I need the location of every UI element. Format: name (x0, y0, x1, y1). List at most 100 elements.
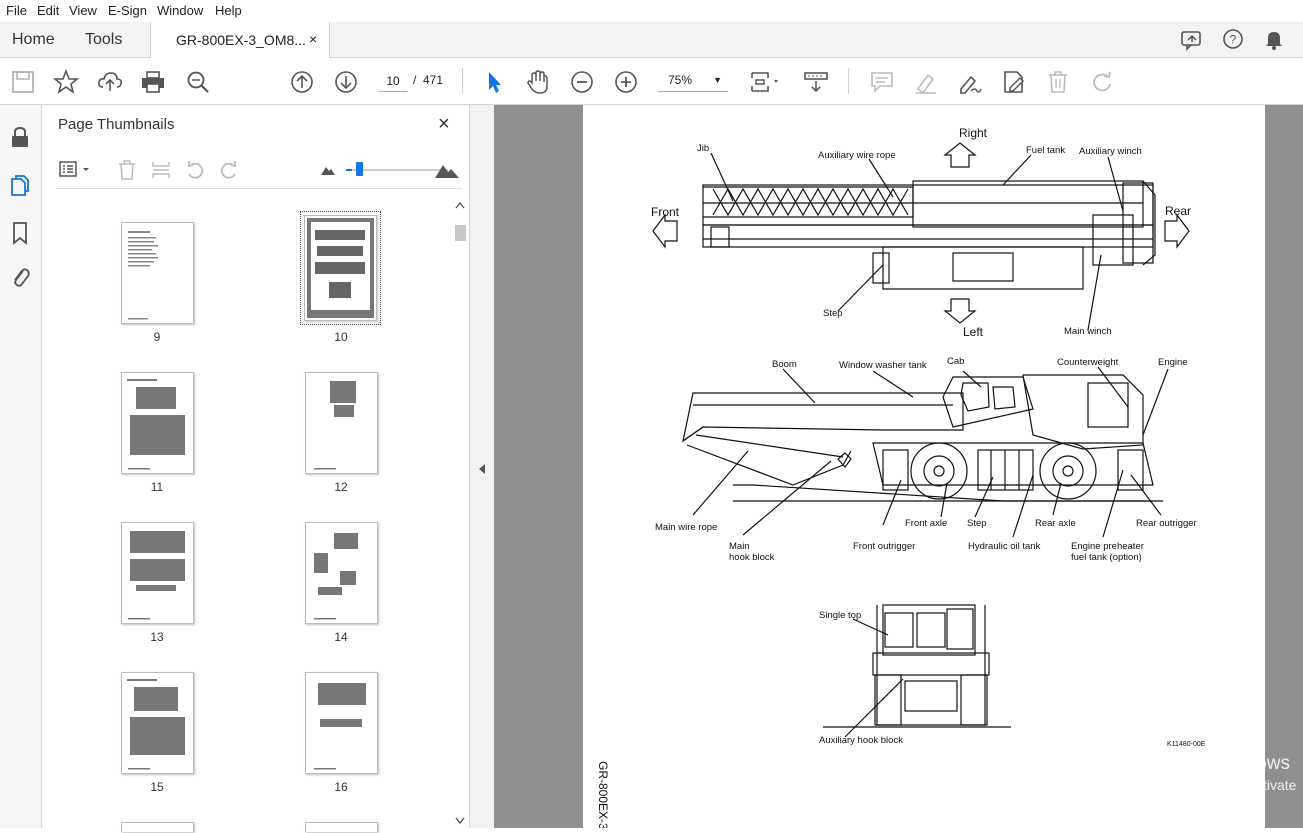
thumbnail-label: 12 (334, 480, 348, 494)
thumbnail-page-11[interactable] (121, 372, 194, 474)
bookmark-icon[interactable] (8, 221, 32, 245)
tab-home[interactable]: Home (12, 31, 55, 49)
label-aux-hook: Auxiliary hook block (819, 735, 903, 746)
label-main-wire-rope: Main wire rope (655, 522, 717, 533)
star-icon[interactable] (53, 69, 79, 95)
page-number-input[interactable]: 10 (378, 70, 408, 92)
toolbar-divider (848, 68, 849, 94)
pdf-page: Jib Auxiliary wire rope Right Fuel tank … (583, 105, 1265, 830)
document-viewer[interactable]: Jib Auxiliary wire rope Right Fuel tank … (494, 105, 1303, 830)
menu-bar: File Edit View E-Sign Window Help (0, 0, 1303, 22)
zoom-select[interactable]: 75% ▼ (658, 70, 728, 92)
thumbnail-page-17[interactable] (121, 822, 194, 832)
label-rear-outrigger: Rear outrigger (1136, 518, 1197, 529)
extract-page-icon[interactable] (150, 159, 172, 181)
delete-page-icon[interactable] (116, 159, 138, 181)
thumbnail-page-16[interactable] (305, 672, 378, 774)
label-rear-axle: Rear axle (1035, 518, 1076, 529)
menu-file[interactable]: File (6, 3, 27, 18)
scroll-up-icon[interactable] (455, 201, 465, 209)
small-mountain-icon (321, 167, 335, 175)
slider-handle[interactable] (356, 162, 363, 176)
label-hydraulic: Hydraulic oil tank (968, 541, 1041, 552)
hand-icon[interactable] (525, 69, 551, 95)
rotate-right-icon[interactable] (218, 159, 240, 181)
next-page-icon[interactable] (333, 69, 359, 95)
attachment-icon[interactable] (8, 265, 32, 289)
thumbnail-panel: Page Thumbnails × 9 10 11 12 13 14 15 16 (42, 105, 470, 832)
label-boom: Boom (772, 359, 797, 370)
thumbnail-label: 10 (334, 330, 348, 344)
thumbnail-page-14[interactable] (305, 522, 378, 624)
comment-icon[interactable] (869, 69, 895, 95)
label-jib: Jib (697, 143, 709, 154)
label-step-top: Step (823, 308, 843, 319)
thumbnail-label: 11 (150, 480, 164, 494)
menu-edit[interactable]: Edit (37, 3, 59, 18)
rotate-left-icon[interactable] (184, 159, 206, 181)
scroll-icon[interactable] (803, 69, 829, 95)
watermark-line-1: Activate Windows (1140, 753, 1290, 774)
label-right: Right (959, 126, 988, 140)
fit-icon[interactable] (748, 69, 784, 95)
sign-icon[interactable] (957, 69, 983, 95)
panel-close-button[interactable]: × (438, 113, 450, 136)
tab-document[interactable]: GR-800EX-3_OM8... × (150, 22, 330, 58)
thumbnail-page-9[interactable] (121, 222, 194, 324)
prev-page-icon[interactable] (289, 69, 315, 95)
thumbnail-options-icon[interactable] (58, 159, 94, 181)
chevron-down-icon: ▼ (713, 75, 722, 85)
large-mountain-icon (435, 165, 459, 178)
collapse-arrow-icon[interactable] (478, 463, 486, 475)
tab-close-button[interactable]: × (309, 31, 317, 47)
highlight-icon[interactable] (913, 69, 939, 95)
label-step-mid: Step (967, 518, 987, 529)
scrollbar-thumb[interactable] (455, 225, 466, 241)
scroll-down-icon[interactable] (455, 817, 465, 825)
redo-icon[interactable] (1089, 69, 1115, 95)
panel-collapse-handle[interactable] (470, 105, 494, 828)
bell-icon[interactable] (1264, 28, 1284, 50)
upload-icon[interactable] (97, 69, 123, 95)
thumbnail-page-12[interactable] (305, 372, 378, 474)
print-icon[interactable] (140, 69, 166, 95)
thumbnail-page-13[interactable] (121, 522, 194, 624)
tab-tools[interactable]: Tools (85, 31, 122, 49)
label-main-winch: Main winch (1064, 326, 1112, 337)
thumbnail-scrollbar[interactable] (454, 197, 466, 827)
label-eng-pre-2: fuel tank (option) (1071, 552, 1142, 563)
label-rear: Rear (1165, 204, 1191, 218)
find-icon[interactable] (185, 69, 211, 95)
label-main-hook-1: Main (729, 541, 750, 552)
thumbnail-page-10[interactable] (300, 211, 381, 325)
menu-view[interactable]: View (69, 3, 97, 18)
edit-icon[interactable] (1001, 69, 1027, 95)
thumbnail-page-18[interactable] (305, 822, 378, 832)
side-document-code: GR-800EX-3 (596, 761, 610, 828)
select-icon[interactable] (481, 69, 507, 95)
thumbnail-page-15[interactable] (121, 672, 194, 774)
label-fuel-tank: Fuel tank (1026, 145, 1065, 156)
watermark-line-2: Go to Settings to activate (1140, 777, 1297, 793)
zoom-out-icon[interactable] (569, 69, 595, 95)
menu-esign[interactable]: E-Sign (108, 3, 147, 18)
thumbnail-label: 14 (334, 630, 348, 644)
zoom-in-icon[interactable] (613, 69, 639, 95)
label-window-washer: Window washer tank (839, 360, 927, 371)
label-cab: Cab (947, 356, 964, 367)
save-icon[interactable] (10, 69, 36, 95)
share-icon[interactable] (1180, 29, 1204, 51)
menu-help[interactable]: Help (215, 3, 242, 18)
label-aux-wire-rope: Auxiliary wire rope (818, 150, 896, 161)
menu-window[interactable]: Window (157, 3, 203, 18)
label-front-axle: Front axle (905, 518, 947, 529)
label-aux-winch: Auxiliary winch (1079, 146, 1142, 157)
thumbnail-label: 15 (150, 780, 164, 794)
label-single-top: Single top (819, 610, 861, 621)
label-engine: Engine (1158, 357, 1188, 368)
lock-icon[interactable] (8, 125, 32, 149)
delete-icon[interactable] (1045, 69, 1071, 95)
label-eng-pre-1: Engine preheater (1071, 541, 1144, 552)
pages-icon[interactable] (8, 173, 32, 197)
help-icon[interactable]: ? (1222, 28, 1244, 50)
